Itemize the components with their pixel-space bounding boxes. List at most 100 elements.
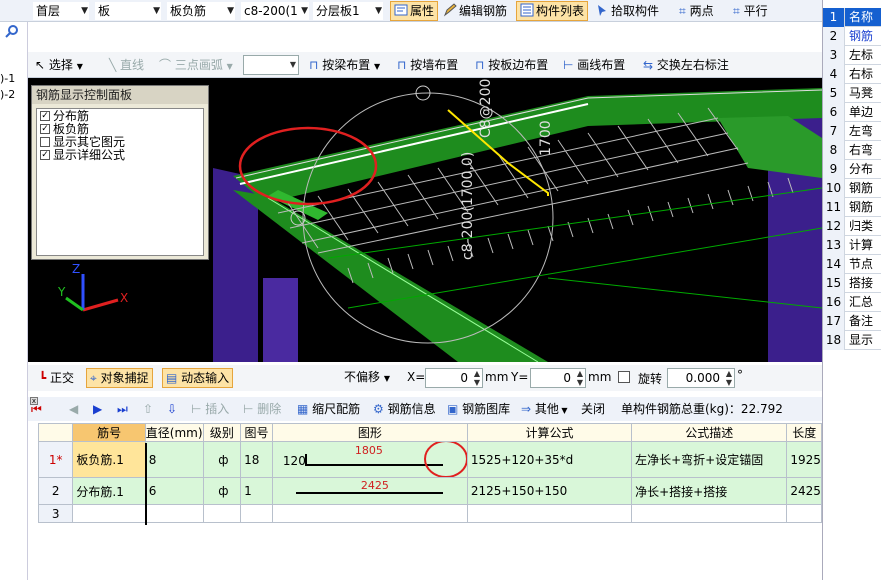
- cell-figure[interactable]: [240, 504, 273, 523]
- search-icon[interactable]: [4, 24, 20, 40]
- dynamic-input-button[interactable]: ▤ 动态输入: [162, 368, 234, 388]
- property-row[interactable]: 8 右弯: [823, 141, 881, 160]
- property-row[interactable]: 4 右标: [823, 65, 881, 84]
- spinner-icon[interactable]: ▲ ▼: [577, 369, 583, 387]
- floor-select[interactable]: 首层 ▼: [33, 2, 89, 20]
- layer-select[interactable]: 分层板1 ▼: [313, 2, 383, 20]
- select-button[interactable]: ↖ 选择 ▼: [32, 55, 86, 75]
- cell-length[interactable]: 1925: [786, 441, 822, 478]
- cell-length[interactable]: 2425: [786, 477, 822, 505]
- y-input[interactable]: 0 ▲ ▼: [530, 368, 586, 388]
- property-row[interactable]: 6 单边: [823, 103, 881, 122]
- spinner-icon[interactable]: ▲ ▼: [726, 369, 732, 387]
- cell-shape[interactable]: [271, 504, 468, 523]
- pick-component-button[interactable]: 拾取构件: [592, 1, 662, 21]
- object-snap-button[interactable]: ⌖ 对象捕捉: [86, 368, 153, 388]
- cell-formula[interactable]: 1525+120+35*d: [466, 441, 633, 478]
- arc-mode-select[interactable]: ▼: [243, 55, 299, 75]
- cell-diameter[interactable]: 8: [144, 441, 204, 478]
- property-row[interactable]: 17 备注: [823, 312, 881, 331]
- cell-figure[interactable]: 1: [240, 477, 273, 505]
- cell-description[interactable]: [631, 504, 788, 523]
- col-header[interactable]: 图号: [240, 423, 273, 442]
- by-slab-edge-button[interactable]: ⊓ 按板边布置: [472, 55, 551, 75]
- prev-button[interactable]: ◀: [66, 399, 81, 419]
- arc-button[interactable]: ⌒ 三点画弧 ▼: [156, 55, 236, 75]
- cell-formula[interactable]: 2125+150+150: [466, 477, 633, 505]
- rotate-input[interactable]: 0.000 ▲ ▼: [667, 368, 735, 388]
- option-distribution-rebar[interactable]: ✓ 分布筋: [37, 110, 203, 122]
- by-beam-button[interactable]: ⊓ 按梁布置 ▼: [306, 55, 383, 75]
- collapse-icon[interactable]: x: [30, 397, 38, 405]
- col-header[interactable]: 筋号: [72, 423, 146, 442]
- cell-name[interactable]: [72, 504, 146, 523]
- cell-formula[interactable]: [466, 504, 633, 523]
- component-type-select[interactable]: 板负筋 ▼: [167, 2, 235, 20]
- col-header[interactable]: 计算公式: [466, 423, 633, 442]
- line-button[interactable]: ╲ 直线: [106, 55, 147, 75]
- component-select[interactable]: c8-200(1 ▼: [241, 2, 309, 20]
- two-point-button[interactable]: ⌗ 两点: [676, 1, 717, 21]
- col-header[interactable]: 公式描述: [631, 423, 788, 442]
- cell-description[interactable]: 左净长+弯折+设定锚固: [631, 441, 788, 478]
- property-row[interactable]: 14 节点: [823, 255, 881, 274]
- ortho-button[interactable]: ┗ 正交: [36, 368, 77, 388]
- col-header[interactable]: 图形: [271, 423, 468, 442]
- col-header[interactable]: 级别: [202, 423, 242, 442]
- spinner-icon[interactable]: ▲ ▼: [474, 369, 480, 387]
- checkbox[interactable]: [40, 137, 50, 147]
- move-up-button[interactable]: ⇧: [140, 399, 156, 419]
- cell-figure[interactable]: 18: [240, 441, 273, 478]
- offset-select[interactable]: 不偏移 ▼: [340, 368, 402, 388]
- checkbox[interactable]: ✓: [40, 150, 50, 160]
- row-number[interactable]: 3: [37, 504, 74, 523]
- checkbox[interactable]: ✓: [40, 124, 50, 134]
- tree-item[interactable]: )-1: [0, 72, 15, 85]
- swap-labels-button[interactable]: ⇆ 交换左右标注: [640, 55, 732, 75]
- checkbox[interactable]: ✓: [40, 111, 50, 121]
- property-row[interactable]: 5 马凳: [823, 84, 881, 103]
- table-row[interactable]: 3: [37, 504, 822, 523]
- close-button[interactable]: 关闭: [578, 399, 608, 419]
- property-row[interactable]: 9 分布: [823, 160, 881, 179]
- cell-grade[interactable]: [202, 504, 242, 523]
- move-down-button[interactable]: ⇩: [164, 399, 180, 419]
- cell-shape[interactable]: 2425: [271, 477, 468, 505]
- property-row[interactable]: 15 搭接: [823, 274, 881, 293]
- property-row[interactable]: 16 汇总: [823, 293, 881, 312]
- option-show-formula[interactable]: ✓ 显示详细公式: [37, 149, 203, 161]
- cell-description[interactable]: 净长+搭接+搭接: [631, 477, 788, 505]
- property-row[interactable]: 13 计算: [823, 236, 881, 255]
- property-row[interactable]: 3 左标: [823, 46, 881, 65]
- option-negative-rebar[interactable]: ✓ 板负筋: [37, 123, 203, 135]
- property-row[interactable]: 2 钢筋: [823, 27, 881, 46]
- rotate-checkbox[interactable]: [618, 371, 630, 383]
- other-menu-button[interactable]: ⇒ 其他 ▼: [518, 399, 571, 419]
- rebar-library-button[interactable]: ▣ 钢筋图库: [444, 399, 513, 419]
- cell-name[interactable]: 板负筋.1: [72, 441, 146, 478]
- cell-grade[interactable]: ф: [202, 441, 242, 478]
- col-header[interactable]: 长度: [786, 423, 822, 442]
- by-wall-button[interactable]: ⊓ 按墙布置: [394, 55, 461, 75]
- parallel-button[interactable]: ⌗ 平行: [730, 1, 771, 21]
- table-row[interactable]: 1* 板负筋.1 8 ф 18 120 1805 1525+120+35*d 左…: [37, 441, 822, 478]
- col-header[interactable]: 直径(mm): [144, 423, 204, 442]
- property-row[interactable]: 12 归类: [823, 217, 881, 236]
- property-row[interactable]: 11 钢筋: [823, 198, 881, 217]
- row-number[interactable]: 1*: [37, 441, 74, 478]
- cell-diameter[interactable]: [144, 504, 204, 523]
- tree-item[interactable]: )-2: [0, 88, 15, 101]
- next-button[interactable]: ▶: [90, 399, 105, 419]
- properties-button[interactable]: 属性: [390, 1, 439, 21]
- cell-name[interactable]: 分布筋.1: [72, 477, 146, 505]
- cell-shape[interactable]: 120 1805: [271, 441, 468, 478]
- cell-diameter[interactable]: 6: [144, 477, 204, 505]
- insert-button[interactable]: ⊢ 插入: [188, 399, 232, 419]
- property-row[interactable]: 7 左弯: [823, 122, 881, 141]
- component-list-button[interactable]: 构件列表: [516, 1, 589, 21]
- delete-button[interactable]: ⊢ 删除: [240, 399, 284, 419]
- row-number[interactable]: 2: [37, 477, 74, 505]
- scale-rebar-button[interactable]: ▦ 缩尺配筋: [294, 399, 363, 419]
- option-show-other[interactable]: 显示其它图元: [37, 136, 203, 148]
- table-row[interactable]: 2 分布筋.1 6 ф 1 2425 2125+150+150 净长+搭接+搭接…: [37, 477, 822, 505]
